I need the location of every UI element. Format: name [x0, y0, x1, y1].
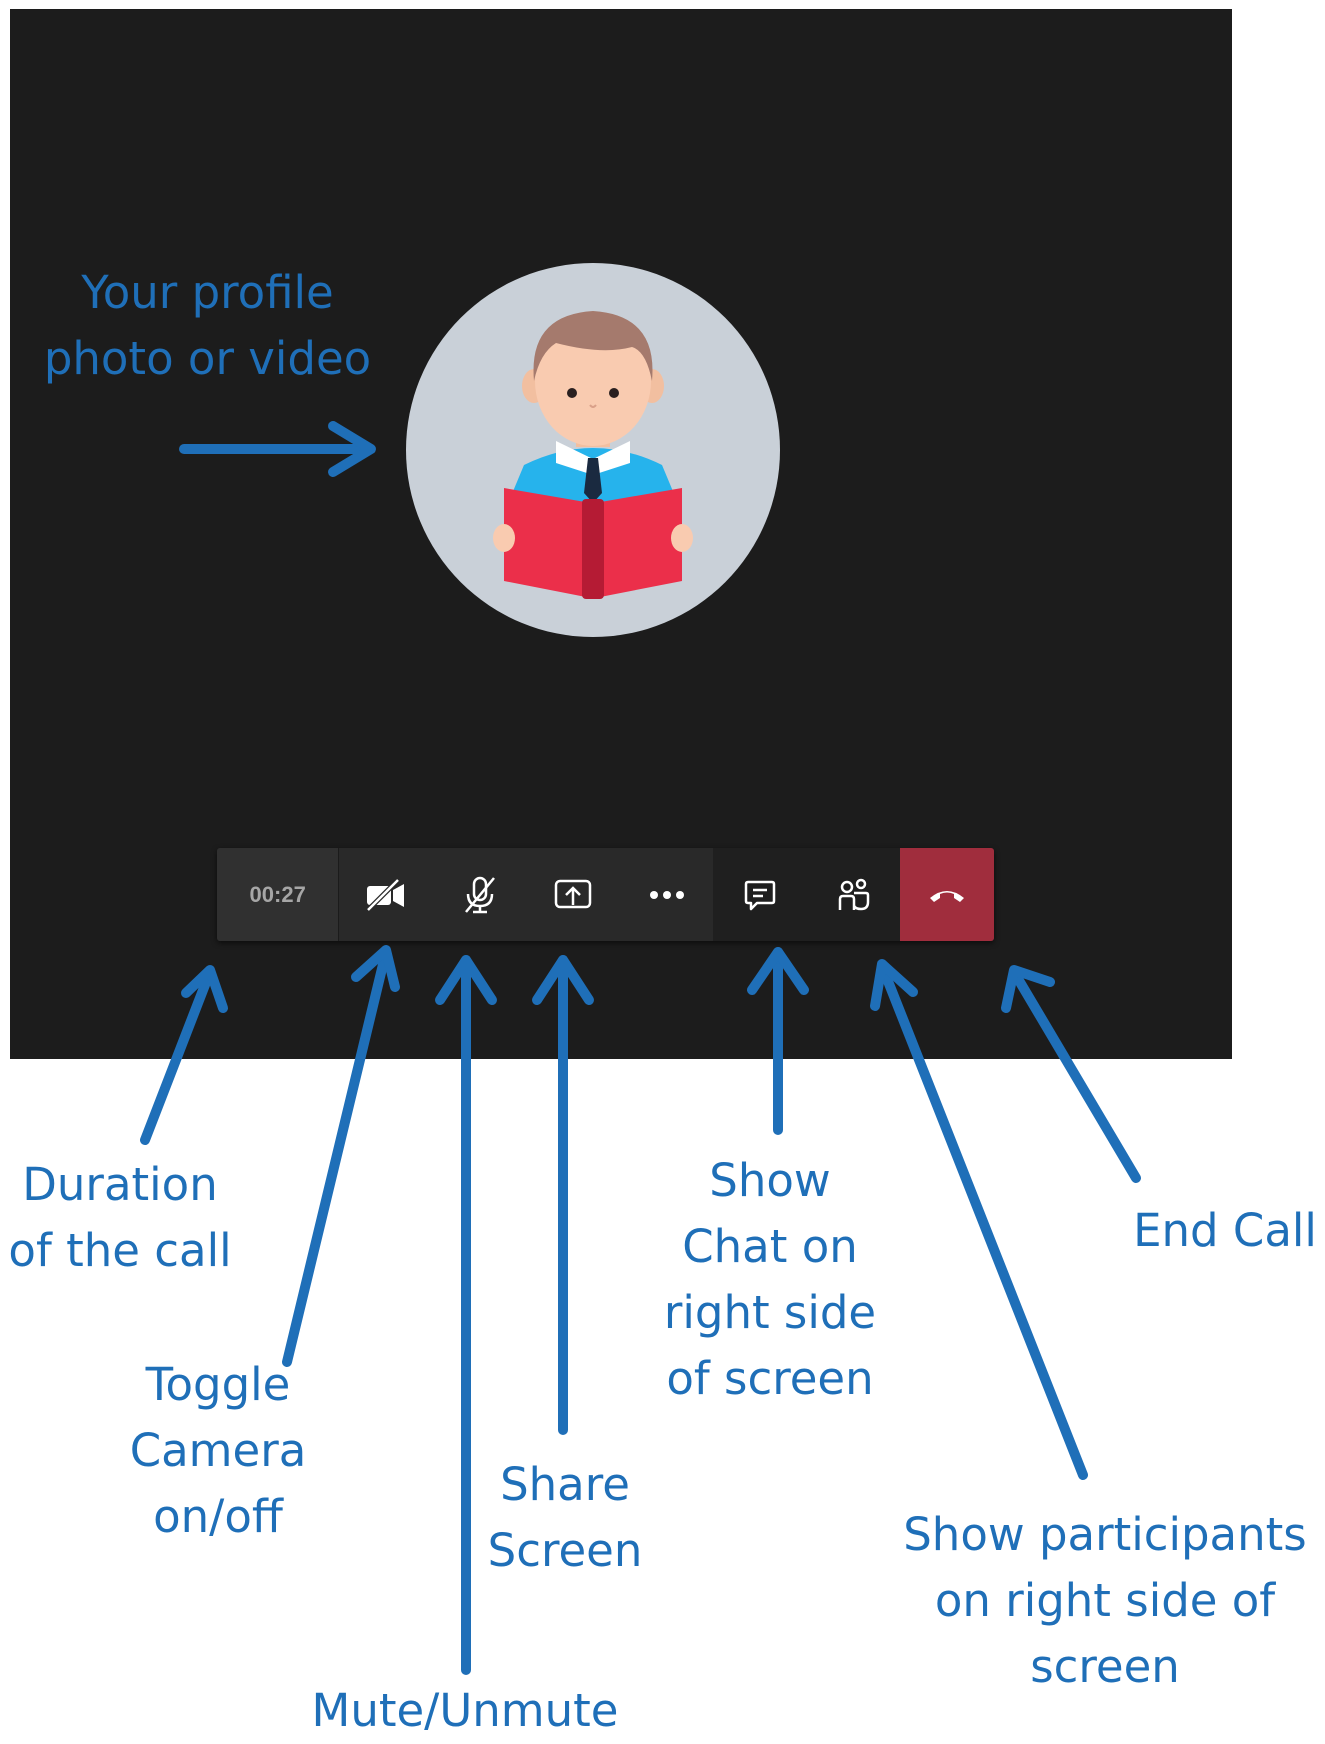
arrow-camera: [282, 945, 400, 1367]
arrow-end-call: [1001, 965, 1141, 1183]
arrow-chat: [747, 947, 809, 1135]
label-toggle-camera: Toggle Camera on/off: [129, 1358, 307, 1543]
label-end-call: End Call: [1133, 1204, 1317, 1257]
label-duration: Duration of the call: [8, 1158, 232, 1277]
label-profile: Your profile photo or video: [43, 266, 372, 385]
arrow-profile: [179, 421, 376, 477]
label-mute-unmute: Mute/Unmute: [311, 1684, 619, 1737]
arrow-duration: [140, 965, 228, 1145]
label-show-participants: Show participants on right side of screen: [903, 1508, 1307, 1693]
label-show-chat: Show Chat on right side of screen: [663, 1154, 877, 1405]
label-share-screen: Share Screen: [487, 1458, 643, 1577]
arrow-share: [532, 955, 594, 1435]
